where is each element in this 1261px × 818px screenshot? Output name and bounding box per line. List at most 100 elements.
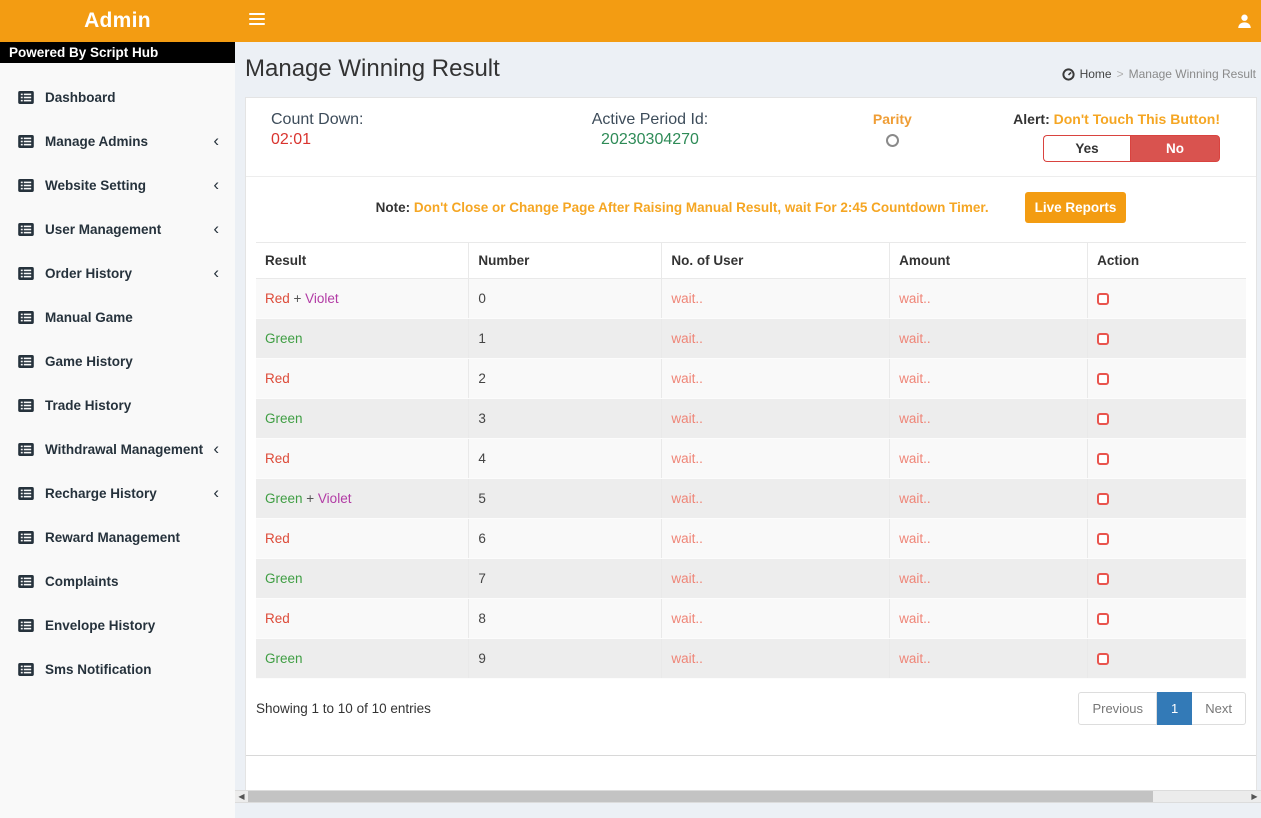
sidebar-item-label: User Management	[45, 221, 162, 237]
note-row: Note: Don't Close or Change Page After R…	[246, 177, 1256, 236]
alert-text: Don't Touch This Button!	[1053, 111, 1220, 127]
action-cell	[1087, 438, 1246, 479]
amount-wait-text: wait..	[899, 491, 931, 506]
hamburger-menu-icon[interactable]	[249, 13, 266, 28]
sidebar-item-envelope-history[interactable]: Envelope History	[0, 603, 235, 647]
scrollbar-thumb[interactable]	[248, 791, 1153, 802]
users-wait-text: wait..	[671, 611, 703, 626]
chevron-left-icon: ‹	[213, 175, 219, 194]
action-cell	[1087, 278, 1246, 319]
active-period-block: Active Period Id: 20230304270	[509, 111, 792, 162]
sidebar-item-label: Order History	[45, 265, 133, 281]
action-cell	[1087, 558, 1246, 599]
sidebar-item-complaints[interactable]: Complaints	[0, 559, 235, 603]
sidebar-item-game-history[interactable]: Game History	[0, 339, 235, 383]
sidebar-item-withdrawal-management[interactable]: Withdrawal Management ‹	[0, 427, 235, 471]
sidebar-item-reward-management[interactable]: Reward Management	[0, 515, 235, 559]
number-cell: 3	[468, 398, 662, 439]
result-checkbox[interactable]	[1097, 493, 1110, 506]
table-row: Red + Violet 0 wait.. wait..	[256, 278, 1246, 319]
scroll-right-arrow-icon[interactable]: ▶	[1248, 791, 1261, 802]
scroll-left-arrow-icon[interactable]: ◀	[235, 791, 248, 802]
list-icon	[18, 398, 34, 412]
sidebar-item-user-management[interactable]: User Management ‹	[0, 207, 235, 251]
breadcrumb-home-link[interactable]: Home	[1080, 67, 1112, 81]
amount-wait-text: wait..	[899, 331, 931, 346]
sidebar-item-trade-history[interactable]: Trade History	[0, 383, 235, 427]
user-icon[interactable]	[1237, 13, 1252, 29]
amount-wait-text: wait..	[899, 411, 931, 426]
result-color-violet: Violet	[305, 291, 339, 306]
result-checkbox[interactable]	[1097, 533, 1110, 546]
list-icon	[18, 442, 34, 456]
sidebar-item-recharge-history[interactable]: Recharge History ‹	[0, 471, 235, 515]
table-row: Green + Violet 5 wait.. wait..	[256, 478, 1246, 519]
sidebar-item-website-setting[interactable]: Website Setting ‹	[0, 163, 235, 207]
manage-result-panel: Count Down: 02:01 Active Period Id: 2023…	[245, 97, 1257, 797]
sidebar-item-manage-admins[interactable]: Manage Admins ‹	[0, 119, 235, 163]
sidebar: Powered By Script Hub Dashboard Manage Ad…	[0, 42, 235, 818]
home-icon	[1061, 67, 1075, 81]
amount-wait-text: wait..	[899, 451, 931, 466]
yes-button[interactable]: Yes	[1042, 135, 1130, 162]
horizontal-scrollbar[interactable]: ◀ ▶	[235, 790, 1261, 803]
list-icon	[18, 574, 34, 588]
result-checkbox[interactable]	[1097, 453, 1110, 466]
amount-cell: wait..	[889, 358, 1088, 399]
sidebar-item-dashboard[interactable]: Dashboard	[0, 75, 235, 119]
users-cell: wait..	[661, 438, 890, 479]
pagination: Previous 1 Next	[1078, 692, 1246, 725]
active-period-value: 20230304270	[601, 131, 699, 148]
result-color-green: Green	[265, 651, 303, 666]
result-checkbox[interactable]	[1097, 653, 1110, 666]
pagination-next-button[interactable]: Next	[1192, 692, 1246, 725]
result-checkbox[interactable]	[1097, 373, 1110, 386]
alert-label: Alert:	[1013, 111, 1050, 127]
content-header: Manage Winning Result Home > Manage Winn…	[235, 42, 1261, 94]
sidebar-item-label: Recharge History	[45, 485, 157, 501]
countdown-label: Count Down:	[271, 111, 364, 128]
amount-cell: wait..	[889, 558, 1088, 599]
result-checkbox[interactable]	[1097, 293, 1110, 306]
users-cell: wait..	[661, 398, 890, 439]
sidebar-item-manual-game[interactable]: Manual Game	[0, 295, 235, 339]
users-wait-text: wait..	[671, 371, 703, 386]
result-cell: Green	[256, 318, 469, 359]
sidebar-item-sms-notification[interactable]: Sms Notification	[0, 647, 235, 691]
table-row: Red 6 wait.. wait..	[256, 518, 1246, 559]
amount-wait-text: wait..	[899, 291, 931, 306]
countdown-block: Count Down: 02:01	[246, 111, 509, 162]
number-cell: 9	[468, 638, 662, 679]
sidebar-item-label: Dashboard	[45, 89, 116, 105]
number-cell: 6	[468, 518, 662, 559]
live-reports-button[interactable]: Live Reports	[1024, 192, 1127, 223]
list-icon	[18, 266, 34, 280]
result-checkbox[interactable]	[1097, 333, 1110, 346]
list-icon	[18, 354, 34, 368]
status-row: Count Down: 02:01 Active Period Id: 2023…	[246, 98, 1256, 177]
result-checkbox[interactable]	[1097, 613, 1110, 626]
countdown-value: 02:01	[271, 131, 312, 148]
column-header-users: No. of User	[661, 242, 890, 279]
result-color-green: Green	[265, 411, 303, 426]
parity-radio[interactable]	[885, 134, 899, 147]
table-row: Red 2 wait.. wait..	[256, 358, 1246, 399]
pagination-page-1-button[interactable]: 1	[1157, 692, 1193, 725]
number-cell: 8	[468, 598, 662, 639]
list-icon	[18, 134, 34, 148]
action-cell	[1087, 598, 1246, 639]
number-cell: 4	[468, 438, 662, 479]
chevron-left-icon: ‹	[213, 219, 219, 238]
result-checkbox[interactable]	[1097, 413, 1110, 426]
result-color-red: Red	[265, 611, 290, 626]
app-logo[interactable]: Admin	[0, 0, 235, 42]
sidebar-item-order-history[interactable]: Order History ‹	[0, 251, 235, 295]
result-checkbox[interactable]	[1097, 573, 1110, 586]
list-icon	[18, 530, 34, 544]
breadcrumb-current: Manage Winning Result	[1128, 67, 1256, 81]
no-button[interactable]: No	[1129, 135, 1220, 162]
result-cell: Green	[256, 558, 469, 599]
pagination-previous-button[interactable]: Previous	[1078, 692, 1158, 725]
number-cell: 2	[468, 358, 662, 399]
users-cell: wait..	[661, 278, 890, 319]
